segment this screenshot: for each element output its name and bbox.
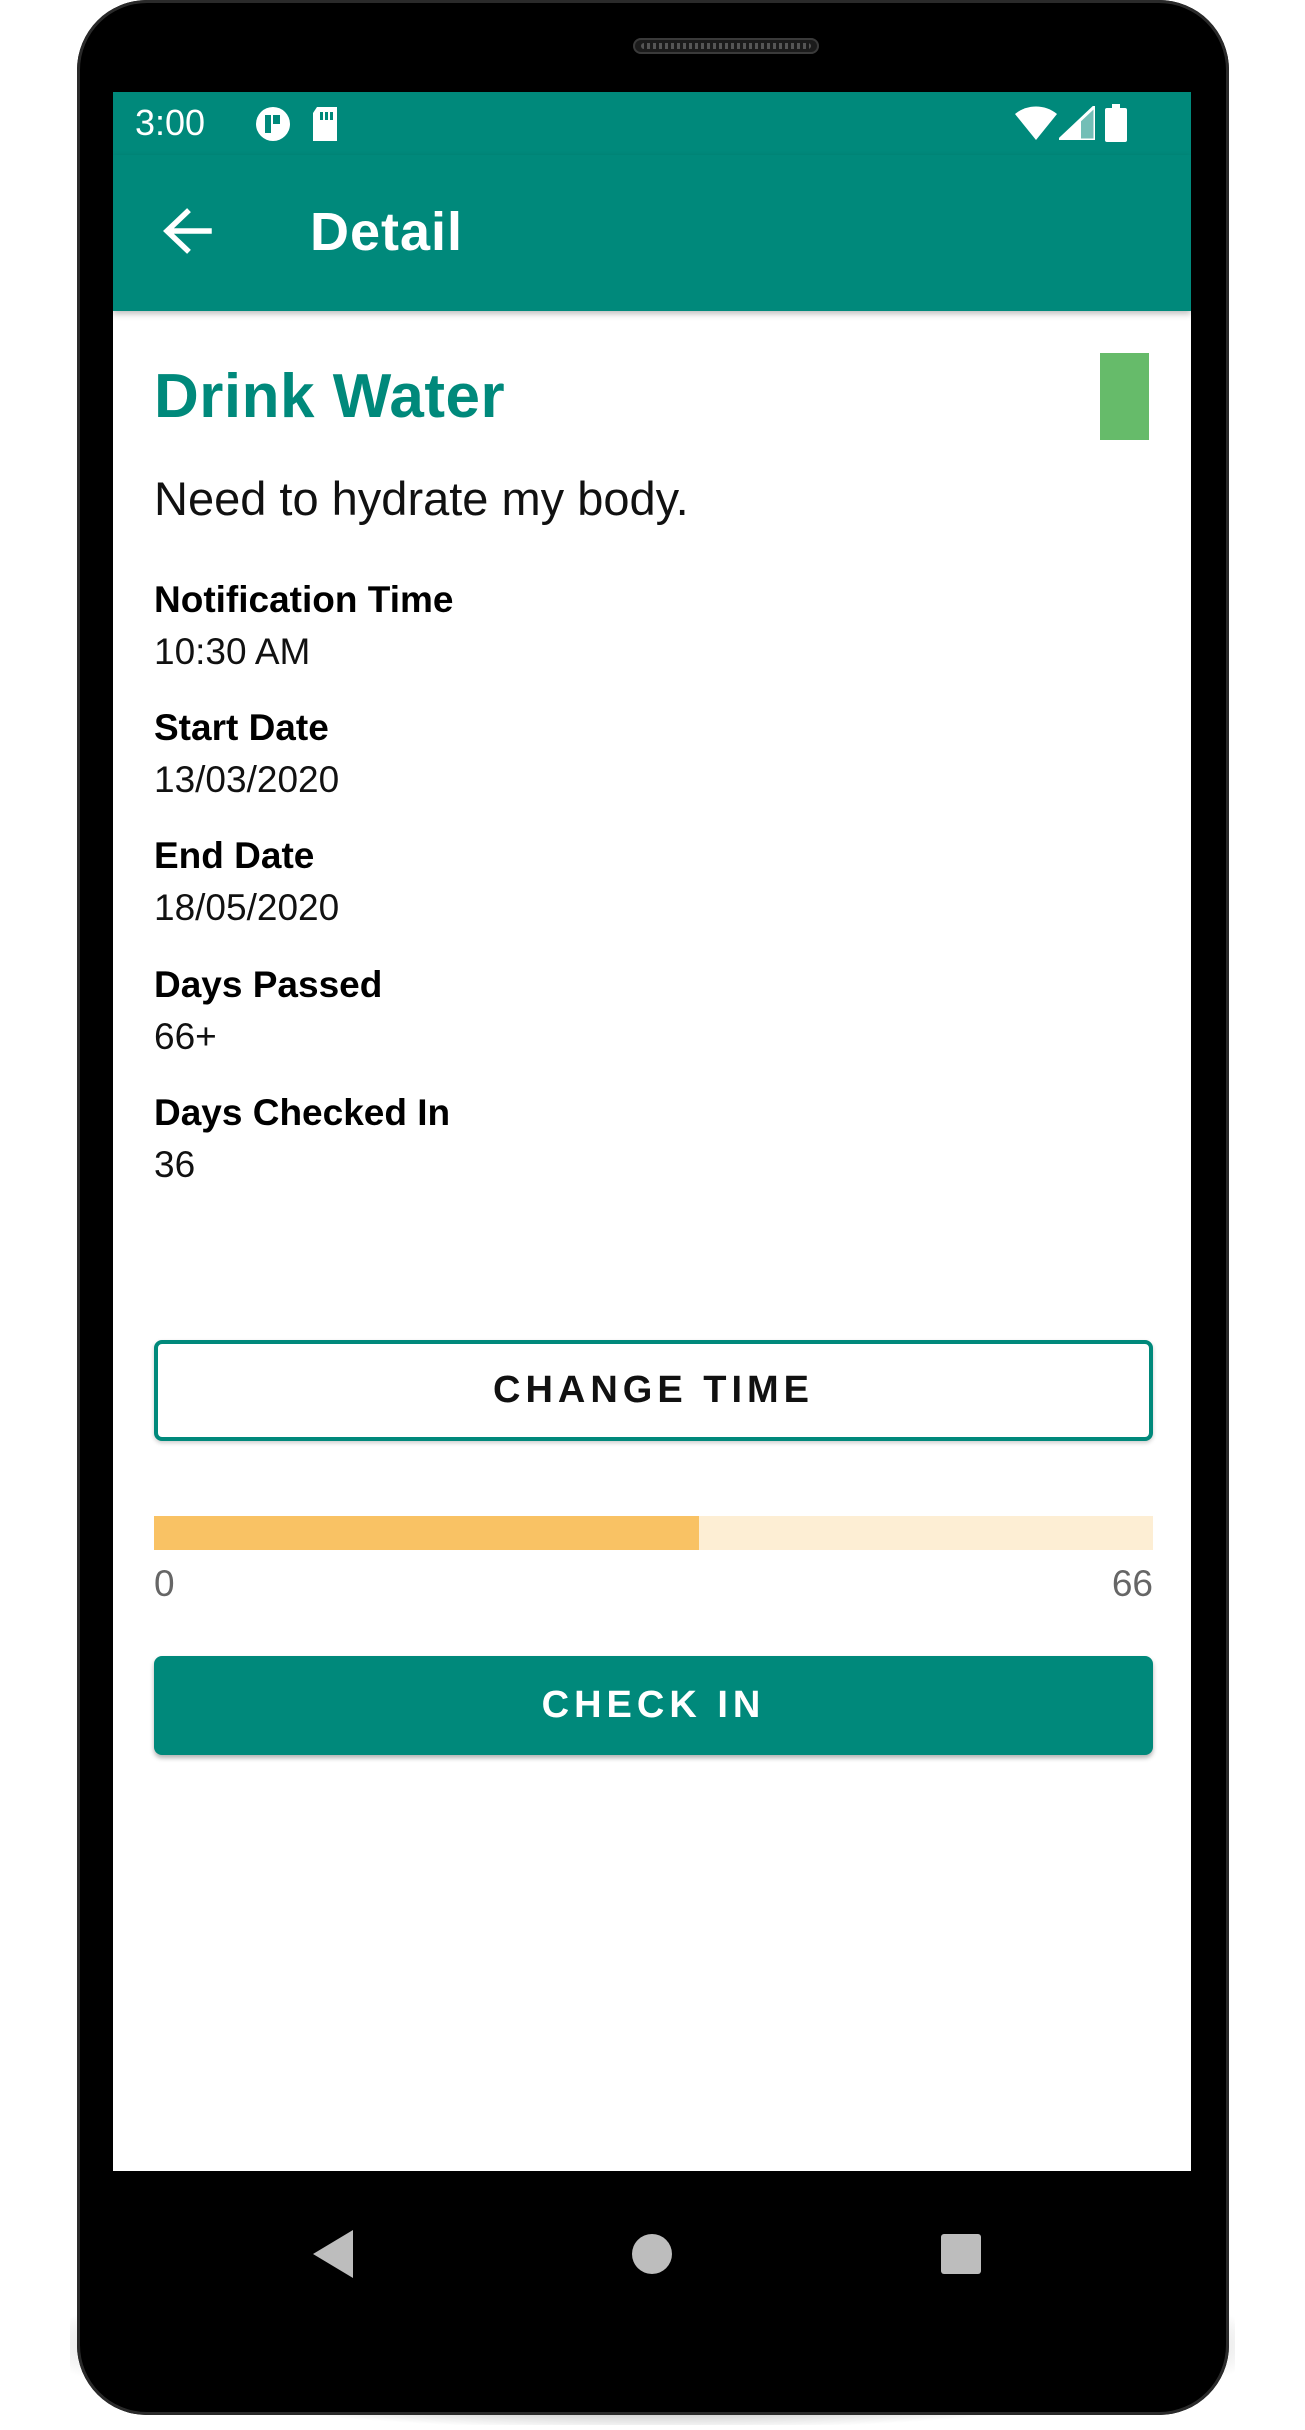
days-checked-in-value: 36 xyxy=(154,1144,196,1185)
pinwheel-icon xyxy=(253,104,293,149)
speaker-grill-mesh xyxy=(641,43,811,49)
nav-back-button[interactable] xyxy=(293,2216,373,2296)
back-triangle-icon xyxy=(309,2228,357,2285)
app-bar: Detail xyxy=(113,155,1191,311)
nav-home-button[interactable] xyxy=(612,2216,692,2296)
days-passed-value: 66+ xyxy=(154,1016,217,1057)
end-date-value: 18/05/2020 xyxy=(154,887,340,928)
end-date-label: End Date xyxy=(154,835,315,876)
progress-min-label: 0 xyxy=(154,1563,175,1604)
status-bar: 3:00 xyxy=(113,92,1191,155)
status-time: 3:00 xyxy=(135,102,206,143)
device-canvas: 3:00 Detail Drink Water Need to hydrate … xyxy=(0,0,1305,2430)
progress-bar xyxy=(154,1516,1153,1550)
signal-icon xyxy=(1055,102,1097,145)
progress-max-label: 66 xyxy=(1111,1563,1153,1604)
home-circle-icon xyxy=(630,2232,674,2281)
days-passed-label: Days Passed xyxy=(154,964,383,1005)
wifi-icon xyxy=(1015,106,1057,145)
notification-time-label: Notification Time xyxy=(154,579,454,620)
change-time-button[interactable]: CHANGE TIME xyxy=(154,1340,1153,1441)
check-in-button[interactable]: CHECK IN xyxy=(154,1656,1153,1755)
battery-icon xyxy=(1105,104,1127,147)
nav-recents-button[interactable] xyxy=(921,2216,1001,2296)
recents-square-icon xyxy=(939,2232,983,2281)
back-button[interactable] xyxy=(153,199,221,267)
days-checked-in-label: Days Checked In xyxy=(154,1092,451,1133)
habit-color-indicator xyxy=(1100,353,1149,440)
screen: 3:00 Detail Drink Water Need to hydrate … xyxy=(113,92,1191,2171)
speaker-grill xyxy=(633,38,819,54)
arrow-left-icon xyxy=(161,207,213,260)
progress-bar-fill xyxy=(154,1516,699,1550)
sd-card-icon xyxy=(309,104,341,149)
system-nav-bar xyxy=(113,2171,1191,2341)
start-date-label: Start Date xyxy=(154,707,329,748)
page-title: Detail xyxy=(310,202,464,262)
habit-title: Drink Water xyxy=(154,362,506,431)
start-date-value: 13/03/2020 xyxy=(154,759,340,800)
habit-description: Need to hydrate my body. xyxy=(154,472,689,525)
notification-time-value: 10:30 AM xyxy=(154,631,311,672)
